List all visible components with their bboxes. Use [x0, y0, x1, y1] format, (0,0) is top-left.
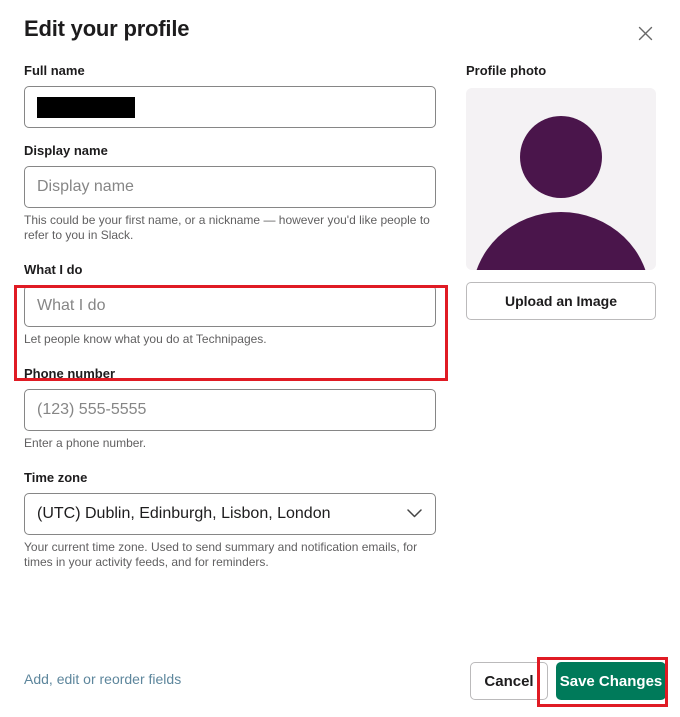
display-name-hint: This could be your first name, or a nick… — [24, 213, 430, 242]
edit-profile-dialog: Edit your profile Full name Display name… — [0, 0, 680, 717]
time-zone-label: Time zone — [24, 470, 88, 485]
cancel-button[interactable]: Cancel — [470, 662, 548, 700]
avatar-head — [520, 116, 602, 198]
field-what-i-do: What I do What I do Let people know what… — [24, 261, 436, 347]
phone-number-label: Phone number — [24, 366, 116, 381]
field-full-name: Full name — [24, 62, 436, 128]
phone-number-input[interactable]: (123) 555-5555 — [24, 389, 436, 431]
dialog-header: Edit your profile — [24, 14, 662, 54]
what-i-do-hint: Let people know what you do at Technipag… — [24, 332, 267, 346]
full-name-input[interactable] — [24, 86, 436, 128]
field-display-name: Display name Display name This could be … — [24, 142, 436, 243]
what-i-do-input[interactable]: What I do — [24, 285, 436, 327]
time-zone-select-wrap: (UTC) Dublin, Edinburgh, Lisbon, London — [24, 493, 436, 535]
display-name-input[interactable]: Display name — [24, 166, 436, 208]
display-name-placeholder: Display name — [37, 178, 134, 195]
phone-number-hint: Enter a phone number. — [24, 436, 147, 450]
phone-number-placeholder: (123) 555-5555 — [37, 401, 147, 418]
avatar-body — [472, 212, 650, 270]
display-name-label: Display name — [24, 143, 108, 158]
field-time-zone: Time zone (UTC) Dublin, Edinburgh, Lisbo… — [24, 469, 436, 570]
field-phone-number: Phone number (123) 555-5555 Enter a phon… — [24, 365, 436, 451]
save-changes-button[interactable]: Save Changes — [556, 662, 666, 700]
person-avatar-icon — [466, 88, 656, 270]
what-i-do-label: What I do — [24, 262, 83, 277]
full-name-label: Full name — [24, 63, 85, 78]
time-zone-hint: Your current time zone. Used to send sum… — [24, 540, 418, 569]
close-icon[interactable] — [632, 20, 658, 46]
profile-photo-section: Profile photo Upload an Image — [466, 62, 656, 320]
time-zone-selected-value: (UTC) Dublin, Edinburgh, Lisbon, London — [37, 505, 331, 522]
upload-image-button[interactable]: Upload an Image — [466, 282, 656, 320]
profile-photo-label: Profile photo — [466, 63, 547, 78]
profile-form: Full name Display name Display name This… — [24, 62, 436, 584]
dialog-footer: Add, edit or reorder fields Cancel Save … — [0, 647, 680, 717]
redaction-bar — [37, 96, 135, 118]
what-i-do-placeholder: What I do — [37, 297, 106, 314]
page-title: Edit your profile — [24, 16, 190, 41]
add-edit-reorder-fields-link[interactable]: Add, edit or reorder fields — [24, 671, 181, 687]
time-zone-select[interactable]: (UTC) Dublin, Edinburgh, Lisbon, London — [24, 493, 436, 535]
